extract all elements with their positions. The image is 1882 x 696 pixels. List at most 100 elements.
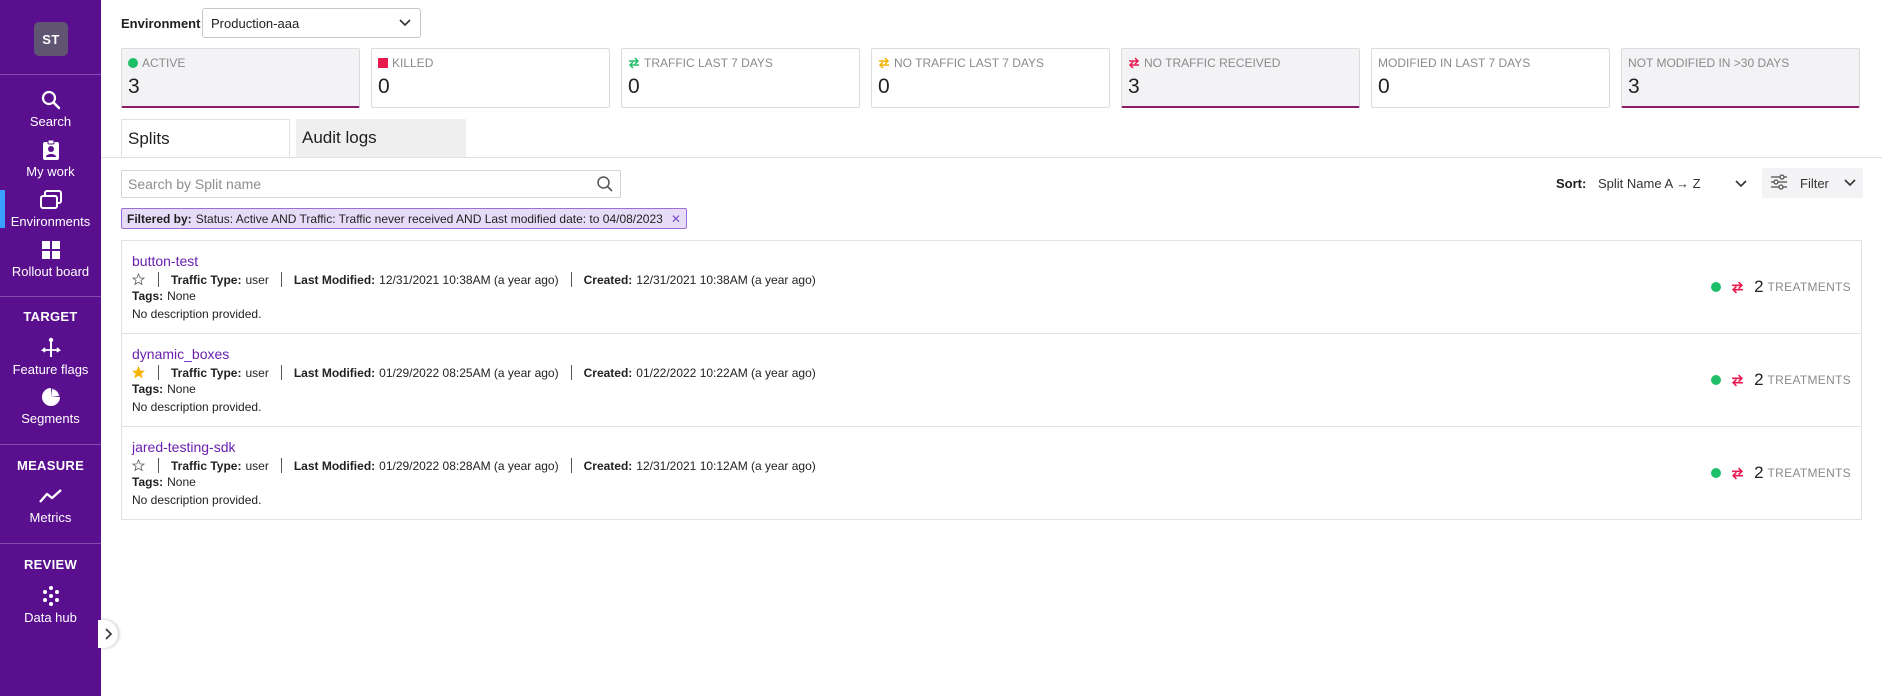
stat-label: TRAFFIC LAST 7 DAYS: [644, 56, 773, 70]
created-label: Created:: [583, 272, 633, 287]
sidebar-collapse-button[interactable]: [98, 620, 118, 648]
clipboard-user-icon: [39, 138, 63, 162]
traffic-type-value: user: [245, 365, 269, 380]
split-name-link[interactable]: jared-testing-sdk: [132, 439, 236, 455]
sidebar-item-feature-flags[interactable]: Feature flags: [0, 336, 101, 377]
stat-label: ACTIVE: [142, 56, 186, 70]
sidebar-item-environments[interactable]: Environments: [0, 188, 101, 229]
sidebar-divider: [0, 74, 101, 75]
status-active-dot: [1711, 282, 1722, 292]
no-traffic-received-icon: [1731, 467, 1744, 480]
split-name-link[interactable]: dynamic_boxes: [132, 346, 229, 362]
sliders-icon: [1770, 173, 1788, 193]
environment-select[interactable]: Production-aaa: [202, 8, 421, 38]
stat-card-not-modified-30-days[interactable]: NOT MODIFIED IN >30 DAYS 3: [1621, 48, 1860, 108]
divider: [280, 365, 282, 380]
stat-value: 0: [628, 75, 640, 98]
created-label: Created:: [583, 458, 633, 473]
stat-value: 3: [1128, 75, 1140, 98]
sidebar-item-search[interactable]: Search: [0, 88, 101, 129]
chevron-right-icon: [105, 628, 112, 640]
sidebar-item-rollout-board[interactable]: Rollout board: [0, 238, 101, 279]
environment-label: Environment: [121, 16, 201, 31]
sidebar-divider: [0, 444, 101, 445]
sidebar-item-label: My work: [26, 164, 75, 179]
avatar[interactable]: ST: [34, 22, 68, 56]
split-row: button-test Traffic Type: user Last Modif…: [122, 241, 1861, 334]
stat-value: 3: [128, 75, 140, 98]
close-icon[interactable]: ✕: [671, 212, 681, 226]
no-traffic-received-icon: [1731, 281, 1744, 294]
sidebar-item-label: Environments: [10, 214, 91, 229]
last-modified-label: Last Modified:: [293, 458, 376, 473]
no-traffic-received-icon: [1731, 374, 1744, 387]
tags-value: None: [167, 475, 196, 489]
sidebar-divider: [0, 296, 101, 297]
created-value: 12/31/2021 10:38AM (a year ago): [636, 272, 816, 287]
status-active-dot: [1711, 468, 1722, 478]
status-active-dot: [1711, 375, 1722, 385]
flag-branch-icon: [39, 336, 63, 360]
sidebar-item-label: Search: [29, 114, 72, 129]
stat-card-modified-last-7-days[interactable]: MODIFIED IN LAST 7 DAYS 0: [1371, 48, 1610, 108]
search-box: [121, 170, 621, 198]
last-modified-value: 01/29/2022 08:28AM (a year ago): [379, 458, 559, 473]
sidebar-item-label: Data hub: [24, 610, 77, 625]
stat-label: NOT MODIFIED IN >30 DAYS: [1628, 56, 1790, 70]
sort-label: Sort:: [1556, 176, 1587, 191]
search-icon[interactable]: [596, 175, 614, 198]
divider: [280, 272, 282, 287]
section-target: TARGET: [23, 309, 78, 324]
treatments-label: TREATMENTS: [1767, 373, 1851, 387]
grid-icon: [39, 238, 63, 262]
created-value: 01/22/2022 10:22AM (a year ago): [636, 365, 816, 380]
splits-list: button-test Traffic Type: user Last Modif…: [121, 240, 1862, 520]
sidebar-divider: [0, 543, 101, 544]
windows-icon: [39, 188, 63, 212]
stat-label: KILLED: [392, 56, 434, 70]
chevron-down-icon[interactable]: [1734, 176, 1748, 195]
star-icon[interactable]: [132, 272, 146, 287]
data-dots-icon: [39, 584, 63, 608]
stat-card-traffic-last-7-days[interactable]: TRAFFIC LAST 7 DAYS 0: [621, 48, 860, 108]
stat-label: MODIFIED IN LAST 7 DAYS: [1378, 56, 1531, 70]
tags-value: None: [167, 382, 196, 396]
sidebar-item-metrics[interactable]: Metrics: [0, 484, 101, 525]
search-icon: [39, 88, 63, 112]
stat-card-no-traffic-received[interactable]: NO TRAFFIC RECEIVED 3: [1121, 48, 1360, 108]
last-modified-label: Last Modified:: [293, 365, 376, 380]
created-value: 12/31/2021 10:12AM (a year ago): [636, 458, 816, 473]
sidebar: ST Search My work Environments Rollout b…: [0, 0, 101, 696]
tags-value: None: [167, 289, 196, 303]
pie-chart-icon: [39, 385, 63, 409]
stat-value: 0: [1378, 75, 1390, 98]
filter-chip-text: Status: Active AND Traffic: Traffic neve…: [195, 211, 663, 226]
star-filled-icon[interactable]: [132, 365, 146, 380]
filter-button[interactable]: Filter: [1762, 168, 1863, 198]
sidebar-item-data-hub[interactable]: Data hub: [0, 584, 101, 625]
tags-label: Tags:: [132, 289, 164, 303]
sidebar-item-segments[interactable]: Segments: [0, 385, 101, 426]
treatments-count: 2: [1754, 277, 1764, 296]
last-modified-value: 01/29/2022 08:25AM (a year ago): [379, 365, 559, 380]
green-dot-icon: [128, 58, 138, 68]
tab-audit-logs[interactable]: Audit logs: [296, 119, 466, 157]
stat-card-killed[interactable]: KILLED 0: [371, 48, 610, 108]
traffic-type-label: Traffic Type:: [171, 272, 242, 287]
sidebar-item-label: Rollout board: [11, 264, 90, 279]
sidebar-item-label: Metrics: [29, 510, 72, 525]
tab-splits[interactable]: Splits: [121, 119, 290, 157]
split-name-link[interactable]: button-test: [132, 253, 198, 269]
search-input[interactable]: [122, 171, 582, 197]
stat-value: 3: [1628, 75, 1640, 98]
treatments-label: TREATMENTS: [1767, 280, 1851, 294]
sidebar-item-my-work[interactable]: My work: [0, 138, 101, 179]
stat-card-active[interactable]: ACTIVE 3: [121, 48, 360, 108]
split-description: No description provided.: [132, 307, 262, 321]
sort-select[interactable]: Split Name A → Z: [1598, 176, 1701, 191]
divider: [158, 272, 159, 287]
star-icon[interactable]: [132, 458, 146, 473]
stat-value: 0: [378, 75, 390, 98]
stat-card-no-traffic-last-7-days[interactable]: NO TRAFFIC LAST 7 DAYS 0: [871, 48, 1110, 108]
filter-chip: Filtered by: Status: Active AND Traffic:…: [121, 208, 687, 229]
